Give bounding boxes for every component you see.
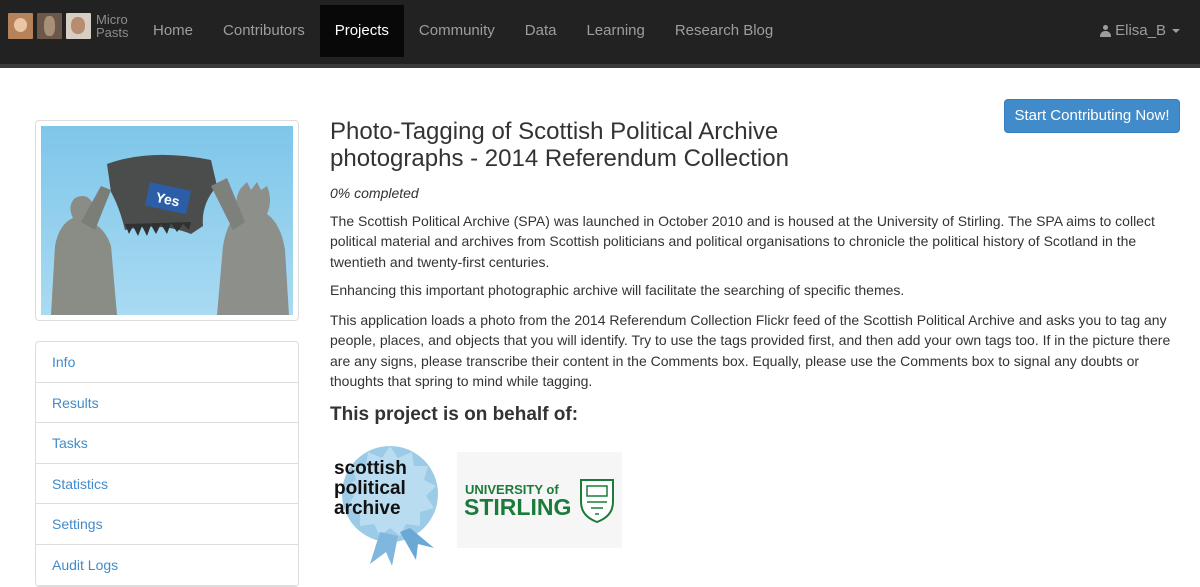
sidebar-item-info[interactable]: Info (36, 342, 298, 383)
brand-tile-1 (8, 13, 33, 39)
nav-contributors[interactable]: Contributors (208, 5, 320, 57)
sidebar-item-tasks[interactable]: Tasks (36, 423, 298, 464)
completion-status: 0% completed (330, 185, 419, 201)
university-of-stirling-logo[interactable]: UNIVERSITY of STIRLING (457, 452, 622, 548)
sidebar-item-settings[interactable]: Settings (36, 504, 298, 545)
description-paragraph-1: The Scottish Political Archive (SPA) was… (330, 213, 1155, 270)
sidebar-item-results[interactable]: Results (36, 383, 298, 424)
nav-data[interactable]: Data (510, 5, 572, 57)
main-nav: Home Contributors Projects Community Dat… (138, 5, 788, 57)
nav-home[interactable]: Home (138, 5, 208, 57)
sidebar-item-statistics[interactable]: Statistics (36, 464, 298, 505)
behalf-heading: This project is on behalf of: (330, 404, 579, 425)
top-navbar: Micro Pasts Home Contributors Projects C… (0, 0, 1200, 68)
project-photo: Yes (41, 126, 293, 315)
sidebar-item-audit-logs[interactable]: Audit Logs (36, 545, 298, 586)
brand-tile-3 (66, 13, 91, 39)
spa-logo-line-3: archive (334, 498, 401, 519)
user-icon (1100, 25, 1112, 37)
brand-name: Micro Pasts (96, 13, 129, 39)
nav-learning[interactable]: Learning (571, 5, 659, 57)
project-thumbnail: Yes (35, 120, 299, 321)
spa-logo-line-1: scottish (334, 458, 407, 479)
nav-projects[interactable]: Projects (319, 5, 404, 57)
project-sidebar-menu: Info Results Tasks Statistics Settings A… (35, 341, 299, 587)
project-title: Photo-Tagging of Scottish Political Arch… (330, 118, 789, 172)
caret-down-icon (1172, 29, 1180, 33)
start-contributing-button[interactable]: Start Contributing Now! (1004, 99, 1180, 133)
spa-logo-line-2: political (334, 478, 406, 499)
scottish-political-archive-logo[interactable]: scottish political archive (330, 436, 454, 568)
description-paragraph-2: Enhancing this important photographic ar… (330, 282, 905, 298)
user-name: Elisa_B (1115, 22, 1166, 39)
stirling-logo-line-2: STIRLING (464, 494, 571, 520)
nav-community[interactable]: Community (404, 5, 510, 57)
user-menu[interactable]: Elisa_B (1100, 5, 1180, 57)
nav-research-blog[interactable]: Research Blog (660, 5, 788, 57)
description-paragraph-3: This application loads a photo from the … (330, 312, 1171, 389)
brand-tile-2 (37, 13, 62, 39)
brand-logo[interactable]: Micro Pasts (8, 13, 129, 39)
stirling-crest-icon (580, 479, 614, 524)
brand-line-2: Pasts (96, 25, 129, 40)
